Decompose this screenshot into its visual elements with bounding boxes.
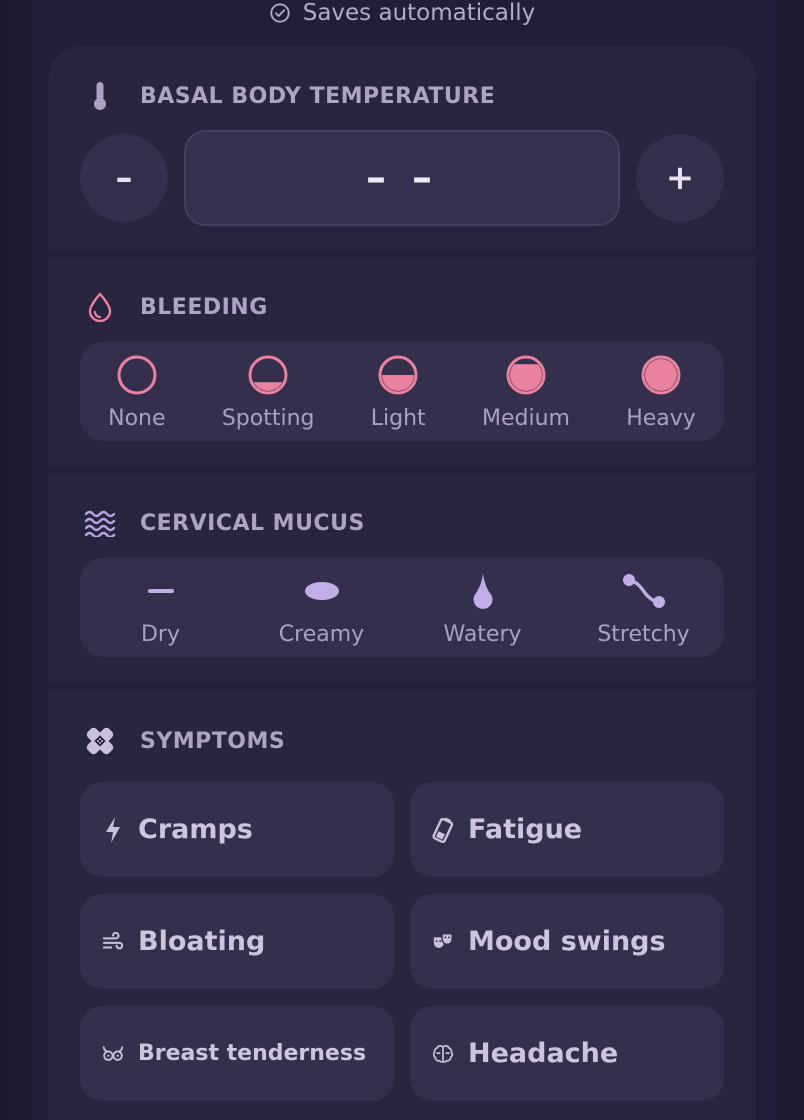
- bleeding-header: BLEEDING: [84, 291, 268, 323]
- bleeding-level-icon: [504, 353, 548, 397]
- screen: Saves automatically BASAL BODY TEMPERATU…: [0, 0, 804, 1120]
- bleeding-option-label: Light: [370, 405, 426, 431]
- droplet-icon: [461, 569, 505, 613]
- wind-icon: [102, 929, 124, 955]
- bandage-icon: [84, 725, 116, 757]
- mucus-option-label: Creamy: [278, 621, 365, 647]
- symptom-label: Bloating: [138, 926, 266, 957]
- temperature-title: BASAL BODY TEMPERATURE: [140, 83, 496, 109]
- bleeding-title: BLEEDING: [140, 294, 268, 320]
- autosave-status: Saves automatically: [0, 0, 804, 26]
- breast-icon: [102, 1041, 124, 1067]
- bleeding-option-heavy[interactable]: Heavy: [626, 342, 696, 441]
- stretch-icon: [622, 569, 666, 613]
- bleeding-option-medium[interactable]: Medium: [482, 342, 570, 441]
- symptoms-grid: Cramps Fatigue Bloating Mood swings Brea…: [80, 782, 724, 1101]
- mucus-option-stretchy[interactable]: Stretchy: [565, 558, 723, 657]
- symptom-breast-tenderness-button[interactable]: Breast tenderness: [80, 1006, 394, 1101]
- thermometer-icon: [84, 80, 116, 112]
- decrease-temperature-button[interactable]: –: [80, 134, 168, 222]
- bleeding-option-label: None: [108, 405, 166, 431]
- mucus-option-dry[interactable]: Dry: [82, 558, 240, 657]
- mucus-option-label: Watery: [443, 621, 522, 647]
- cervical-mucus-card: CERVICAL MUCUS Dry Creamy Watery Stretch…: [48, 473, 756, 681]
- dash-icon: [139, 569, 183, 613]
- check-circle-icon: [270, 3, 290, 23]
- symptom-label: Cramps: [138, 814, 253, 845]
- symptom-label: Headache: [468, 1038, 619, 1069]
- autosave-text: Saves automatically: [302, 0, 536, 26]
- symptom-label: Fatigue: [468, 814, 583, 845]
- bleeding-selector: None Spotting Light Medium Heavy: [80, 342, 724, 441]
- waves-icon: [84, 507, 116, 539]
- bolt-icon: [102, 816, 124, 843]
- symptom-bloating-button[interactable]: Bloating: [80, 894, 394, 989]
- symptom-fatigue-button[interactable]: Fatigue: [410, 782, 724, 877]
- symptoms-header: SYMPTOMS: [84, 725, 285, 757]
- cervical-mucus-selector: Dry Creamy Watery Stretchy: [80, 558, 724, 657]
- bleeding-option-label: Medium: [481, 405, 570, 431]
- mucus-option-creamy[interactable]: Creamy: [243, 558, 401, 657]
- bleeding-option-label: Heavy: [626, 405, 696, 431]
- temperature-card: BASAL BODY TEMPERATURE – – – +: [48, 46, 756, 249]
- bleeding-option-none[interactable]: None: [108, 342, 166, 441]
- symptom-label: Breast tenderness: [138, 1041, 367, 1066]
- bleeding-level-icon: [115, 353, 159, 397]
- symptoms-title: SYMPTOMS: [140, 728, 286, 754]
- temperature-value[interactable]: – –: [184, 130, 620, 226]
- symptoms-card: SYMPTOMS Cramps Fatigue Bloating Mood sw…: [48, 689, 756, 1120]
- masks-icon: [432, 929, 454, 955]
- symptom-mood-swings-button[interactable]: Mood swings: [410, 894, 724, 989]
- drop-icon: [84, 291, 116, 323]
- temperature-header: BASAL BODY TEMPERATURE: [84, 80, 495, 112]
- cervical-mucus-header: CERVICAL MUCUS: [84, 507, 365, 539]
- increase-temperature-button[interactable]: +: [636, 134, 724, 222]
- brain-icon: [432, 1041, 454, 1067]
- cervical-mucus-title: CERVICAL MUCUS: [140, 510, 365, 536]
- bleeding-option-label: Spotting: [221, 405, 315, 431]
- symptom-cramps-button[interactable]: Cramps: [80, 782, 394, 877]
- bleeding-option-spotting[interactable]: Spotting: [222, 342, 315, 441]
- mucus-option-watery[interactable]: Watery: [404, 558, 562, 657]
- bleeding-level-icon: [639, 353, 683, 397]
- bleeding-card: BLEEDING None Spotting Light Medium Heav…: [48, 257, 756, 465]
- oval-icon: [300, 569, 344, 613]
- battery-low-icon: [432, 816, 454, 843]
- bleeding-level-icon: [376, 353, 420, 397]
- mucus-option-label: Dry: [140, 621, 180, 647]
- symptom-label: Mood swings: [468, 926, 666, 957]
- bleeding-level-icon: [246, 353, 290, 397]
- symptom-headache-button[interactable]: Headache: [410, 1006, 724, 1101]
- mucus-option-label: Stretchy: [597, 621, 690, 647]
- bleeding-option-light[interactable]: Light: [371, 342, 426, 441]
